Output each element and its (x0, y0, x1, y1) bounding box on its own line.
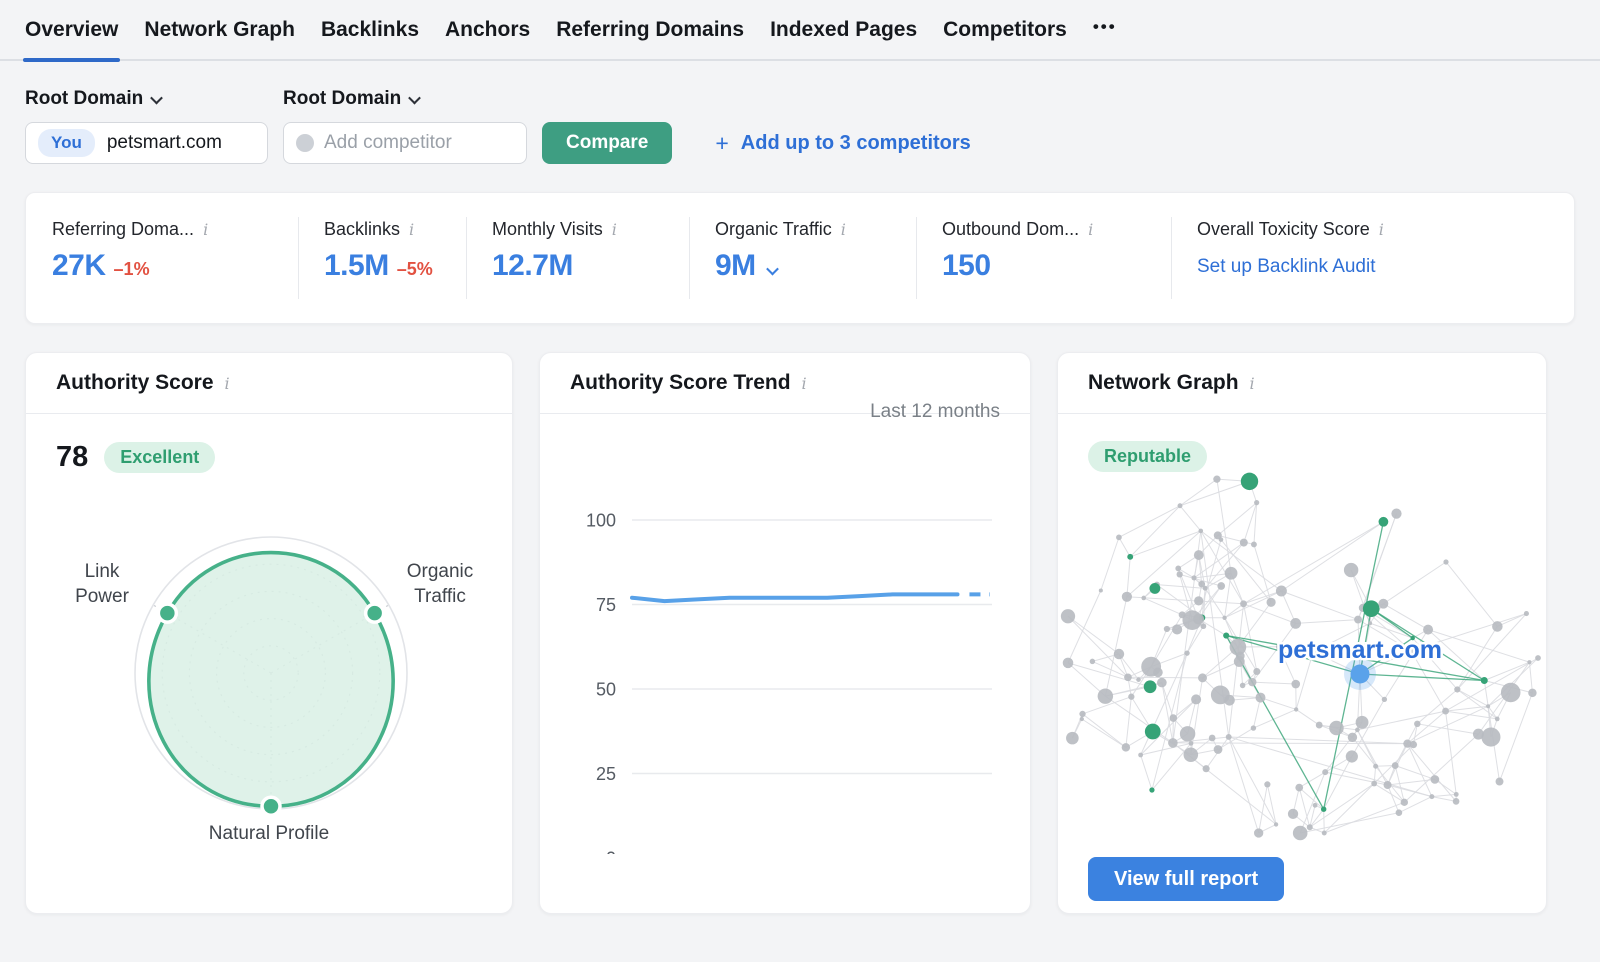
network-reputable-badge: Reputable (1088, 441, 1207, 472)
metric-value: 1.5M (324, 249, 389, 283)
tab-overview[interactable]: Overview (25, 0, 118, 60)
info-icon[interactable]: i (1088, 220, 1093, 239)
metric-label: Backlinks (324, 219, 400, 240)
you-domain-value: petsmart.com (107, 132, 222, 154)
info-icon[interactable]: i (409, 220, 414, 239)
metrics-summary-bar: Referring Doma... i 27K –1% Backlinks i 1.5M –5… (25, 192, 1575, 324)
info-icon[interactable]: i (841, 220, 846, 239)
metric-label: Referring Doma... (52, 219, 194, 240)
metric-outbound-dom: Outbound Dom... i 150 (916, 193, 1171, 323)
metric-value[interactable]: 9M (715, 249, 756, 283)
metric-referring-doma: Referring Doma... i 27K –1% (26, 193, 298, 323)
plus-icon: + (715, 130, 728, 157)
network-graph-visualization: petsmart.com (1058, 471, 1547, 843)
authority-score-radar-chart (26, 414, 513, 874)
tab-backlinks[interactable]: Backlinks (321, 0, 419, 60)
info-icon[interactable]: i (612, 220, 617, 239)
widget-cards-row: Authority Score i 78 Excellent Link Powe… (25, 352, 1575, 914)
authority-score-header: Authority Score i (26, 353, 512, 414)
competitor-scope-label: Root Domain (283, 88, 401, 110)
tab-network-graph[interactable]: Network Graph (144, 0, 295, 60)
info-icon[interactable]: i (1379, 220, 1384, 239)
metric-label: Overall Toxicity Score (1197, 219, 1370, 240)
metric-label: Organic Traffic (715, 219, 832, 240)
you-domain-input[interactable]: You petsmart.com (25, 122, 268, 164)
you-badge: You (38, 129, 95, 157)
tab-indexed-pages[interactable]: Indexed Pages (770, 0, 917, 60)
metric-delta: –5% (397, 259, 433, 280)
network-title: Network Graph (1088, 371, 1239, 395)
metric-overall-toxicity-score: Overall Toxicity Score i Set up Backlink A… (1171, 193, 1574, 323)
competitor-scope-dropdown[interactable]: Root Domain (283, 88, 419, 110)
svg-text:75: 75 (596, 595, 616, 615)
network-graph-card: Network Graph i Reputable petsmart.com V… (1057, 352, 1547, 914)
compare-button[interactable]: Compare (542, 122, 672, 164)
radar-axis-link-power: Link Power (54, 559, 150, 609)
metric-delta: –1% (114, 259, 150, 280)
tab-anchors[interactable]: Anchors (445, 0, 530, 60)
svg-text:25: 25 (596, 764, 616, 784)
domain-inputs-row: You petsmart.com Compare + Add up to 3 c… (0, 122, 1600, 164)
tab-competitors[interactable]: Competitors (943, 0, 1067, 60)
trend-title: Authority Score Trend (570, 371, 791, 395)
metric-value: 150 (942, 249, 991, 283)
you-scope-label: Root Domain (25, 88, 143, 110)
view-full-report-button[interactable]: View full report (1088, 857, 1284, 901)
network-header: Network Graph i (1058, 353, 1546, 414)
nav-more-button[interactable]: ••• (1093, 17, 1117, 43)
network-badge-row: Reputable (1058, 414, 1546, 472)
authority-score-card: Authority Score i 78 Excellent Link Powe… (25, 352, 513, 914)
metric-organic-traffic: Organic Traffic i 9M (689, 193, 916, 323)
authority-score-trend-card: Authority Score Trend i Last 12 months 0… (539, 352, 1031, 914)
svg-text:0: 0 (606, 849, 616, 855)
svg-text:50: 50 (596, 680, 616, 700)
add-competitor-box[interactable] (283, 122, 527, 164)
network-center-domain-label: petsmart.com (1278, 636, 1442, 664)
metric-backlinks: Backlinks i 1.5M –5% (298, 193, 466, 323)
radar-axis-natural-profile: Natural Profile (26, 821, 512, 846)
info-icon[interactable]: i (203, 220, 208, 239)
authority-score-trend-chart: 0255075100Mar 2024Jul 2024Oct 2024 (540, 414, 1004, 854)
setup-backlink-audit-link[interactable]: Set up Backlink Audit (1197, 256, 1566, 278)
metric-monthly-visits: Monthly Visits i 12.7M (466, 193, 689, 323)
scope-selector-row: Root Domain Root Domain (0, 88, 1600, 110)
favicon-placeholder-icon (296, 134, 314, 152)
radar-axis-organic-traffic: Organic Traffic (392, 559, 488, 609)
metric-value: 12.7M (492, 249, 573, 283)
authority-score-title: Authority Score (56, 371, 214, 395)
info-icon[interactable]: i (225, 374, 230, 393)
top-tab-bar: Overview Network Graph Backlinks Anchors Ref… (0, 0, 1600, 61)
info-icon[interactable]: i (1250, 374, 1255, 393)
add-competitors-label: Add up to 3 competitors (741, 132, 971, 155)
chevron-down-icon (408, 91, 421, 104)
svg-text:100: 100 (586, 511, 616, 531)
info-icon[interactable]: i (802, 374, 807, 393)
metric-label: Monthly Visits (492, 219, 603, 240)
tab-referring-domains[interactable]: Referring Domains (556, 0, 744, 60)
chevron-down-icon (766, 263, 779, 276)
add-competitor-input[interactable] (324, 132, 494, 154)
metric-label: Outbound Dom... (942, 219, 1079, 240)
add-competitors-link[interactable]: + Add up to 3 competitors (715, 130, 970, 157)
metric-value: 27K (52, 249, 106, 283)
you-scope-dropdown[interactable]: Root Domain (25, 88, 283, 110)
chevron-down-icon (150, 91, 163, 104)
